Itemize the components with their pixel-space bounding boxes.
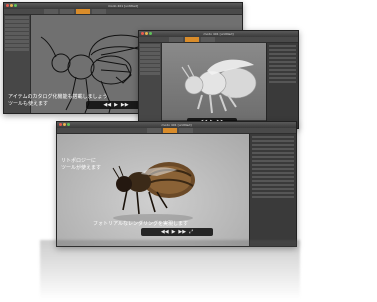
panel-row[interactable] <box>252 160 294 162</box>
panel-row[interactable] <box>269 73 296 75</box>
tab[interactable] <box>179 128 193 133</box>
tab[interactable] <box>92 9 106 14</box>
tool-button[interactable] <box>140 56 160 59</box>
tab[interactable] <box>201 37 215 42</box>
media-player-controls: ◀◀ ▶ ▶▶ ⤢ <box>141 228 213 236</box>
fast-forward-button[interactable]: ▶▶ <box>178 228 186 236</box>
tool-button[interactable] <box>140 72 160 75</box>
window-3d-model: modo 401 [untitled] <box>138 30 299 129</box>
panel-row[interactable] <box>269 53 296 55</box>
render-settings-panel <box>249 134 296 246</box>
tool-button[interactable] <box>140 52 160 55</box>
panel-row[interactable] <box>252 184 294 186</box>
caption-left-line2: ツールが使えます <box>61 165 102 171</box>
tool-button[interactable] <box>5 32 29 35</box>
rewind-button[interactable]: ◀◀ <box>103 101 111 109</box>
caption-top-line2: ツールも使えます <box>8 101 49 107</box>
play-button[interactable]: ▶ <box>172 228 176 236</box>
tool-button[interactable] <box>5 20 29 23</box>
panel-row[interactable] <box>252 144 294 146</box>
panel-row[interactable] <box>252 176 294 178</box>
tool-button[interactable] <box>5 28 29 31</box>
tool-button[interactable] <box>140 48 160 51</box>
tab-active[interactable] <box>163 128 177 133</box>
bee-3d-model <box>181 59 257 114</box>
toolbox <box>139 43 162 128</box>
rewind-button[interactable]: ◀◀ <box>161 228 169 236</box>
panel-row[interactable] <box>269 57 296 59</box>
panel-row[interactable] <box>252 164 294 166</box>
viewport-3d[interactable] <box>162 43 266 120</box>
caption-left-line1: リトポロジーに <box>61 158 97 164</box>
media-player-controls: ◀◀ ▶ ▶▶ <box>86 101 146 109</box>
tab[interactable] <box>44 9 58 14</box>
tool-button[interactable] <box>5 48 29 51</box>
fullscreen-button[interactable]: ⤢ <box>189 228 193 236</box>
panel-row[interactable] <box>269 69 296 71</box>
panel-row[interactable] <box>269 61 296 63</box>
panel-row[interactable] <box>269 45 296 47</box>
panel-row[interactable] <box>252 148 294 150</box>
layout-tabs <box>169 37 215 42</box>
tab[interactable] <box>169 37 183 42</box>
tool-button[interactable] <box>140 64 160 67</box>
panel-row[interactable] <box>269 81 296 83</box>
tool-button[interactable] <box>5 44 29 47</box>
panel-row[interactable] <box>252 136 294 138</box>
layout-tabs <box>44 9 106 14</box>
panel-row[interactable] <box>252 196 294 198</box>
panel-row[interactable] <box>252 152 294 154</box>
panel-row[interactable] <box>269 65 296 67</box>
montage-stage: modo 401 [untitled] アイテムのカタログ化機能も搭載しましょう… <box>0 0 377 302</box>
tab-active[interactable] <box>185 37 199 42</box>
tool-button[interactable] <box>5 36 29 39</box>
tool-button[interactable] <box>5 16 29 19</box>
panel-row[interactable] <box>252 172 294 174</box>
panel-row[interactable] <box>252 156 294 158</box>
properties-panel <box>266 43 298 128</box>
panel-row[interactable] <box>252 192 294 194</box>
caption-bottom: フォトリアルなレンダリングを実現します <box>93 221 188 227</box>
panel-row[interactable] <box>269 77 296 79</box>
fast-forward-button[interactable]: ▶▶ <box>121 101 129 109</box>
tab[interactable] <box>147 128 161 133</box>
floor-reflection <box>40 240 300 300</box>
window-render: modo 401 [untitled] リトポロジーに ツールが使えます フォト… <box>56 121 297 247</box>
tab-active[interactable] <box>76 9 90 14</box>
panel-row[interactable] <box>252 168 294 170</box>
tool-button[interactable] <box>140 60 160 63</box>
tool-button[interactable] <box>140 44 160 47</box>
tool-button[interactable] <box>140 68 160 71</box>
panel-row[interactable] <box>252 180 294 182</box>
panel-row[interactable] <box>269 49 296 51</box>
tool-button[interactable] <box>5 40 29 43</box>
caption-top-line1: アイテムのカタログ化機能も搭載しましょう <box>8 94 108 100</box>
panel-row[interactable] <box>252 140 294 142</box>
layout-tabs <box>147 128 193 133</box>
play-button[interactable]: ▶ <box>114 101 118 109</box>
tool-button[interactable] <box>5 24 29 27</box>
panel-row[interactable] <box>252 188 294 190</box>
tab[interactable] <box>60 9 74 14</box>
